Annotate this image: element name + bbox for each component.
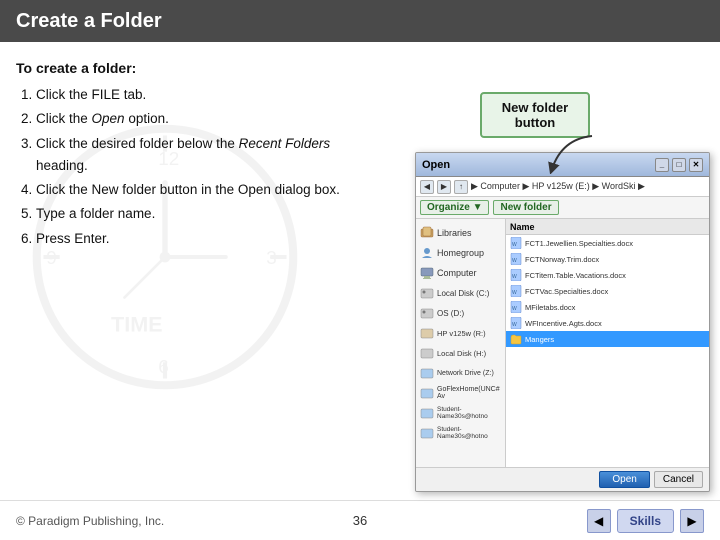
student1-icon (420, 406, 434, 420)
file-panel-header: Name (506, 219, 709, 235)
goflex-icon (420, 386, 434, 400)
dialog-title: Open (422, 159, 450, 171)
callout-arrow-svg (542, 134, 602, 174)
file-item-1[interactable]: W FCT1.Jewellien.Specialties.docx (506, 235, 709, 251)
student2-icon (420, 426, 434, 440)
file-icon-6: W (510, 317, 522, 329)
folder-icon-mangers (510, 333, 522, 345)
dialog-toolbar: Organize ▼ New folder (416, 197, 709, 219)
file-icon-1: W (510, 237, 522, 249)
homegroup-icon (420, 246, 434, 260)
step-6: Press Enter. (36, 228, 376, 250)
library-icon (420, 226, 434, 240)
organize-button[interactable]: Organize ▼ (420, 200, 489, 215)
disk-c-icon (420, 286, 434, 300)
nav-libraries-label: Libraries (437, 228, 472, 238)
file-icon-4: W (510, 285, 522, 297)
dialog-button-bar: Open Cancel (416, 467, 709, 491)
svg-text:W: W (512, 274, 517, 280)
up-button[interactable]: ↑ (454, 180, 468, 194)
file-icon-5: W (510, 301, 522, 313)
nav-local-h[interactable]: Local Disk (H:) (416, 343, 505, 363)
svg-text:W: W (512, 322, 517, 328)
dialog-window-controls: _ □ ✕ (655, 158, 703, 172)
step-5: Type a folder name. (36, 203, 376, 225)
copyright-text: © Paradigm Publishing, Inc. (16, 514, 587, 528)
page-number: 36 (353, 513, 367, 528)
computer-icon (420, 266, 434, 280)
step-2: Click the Open option. (36, 108, 376, 130)
svg-text:W: W (512, 290, 517, 296)
prev-button[interactable]: ◀ (587, 509, 611, 533)
dialog-area: New folder button Open _ □ ✕ (415, 92, 710, 432)
file-item-mangers[interactable]: Mangers (506, 331, 709, 347)
svg-text:W: W (512, 258, 517, 264)
open-dialog: Open _ □ ✕ ◀ ▶ ↑ ▶ Computer ▶ HP v125w (… (415, 152, 710, 492)
file-name-column: Name (510, 222, 535, 232)
file-icon-2: W (510, 253, 522, 265)
cancel-button[interactable]: Cancel (654, 471, 703, 488)
nav-panel: Libraries Homegroup (416, 219, 506, 467)
nav-network-z-label: Network Drive (Z:) (437, 370, 494, 377)
nav-network-z[interactable]: Network Drive (Z:) (416, 363, 505, 383)
nav-local-h-label: Local Disk (H:) (437, 349, 486, 358)
file-panel: Name W FCT1.Jewellien.Specialties.docx W (506, 219, 709, 467)
intro-text: To create a folder: (16, 60, 376, 76)
open-button[interactable]: Open (599, 471, 649, 488)
file-item-3[interactable]: W FCTitem.Table.Vacations.docx (506, 267, 709, 283)
header-title: Create a Folder (16, 10, 162, 33)
network-icon (420, 366, 434, 380)
disk-r-icon (420, 326, 434, 340)
address-text: ▶ Computer ▶ HP v125w (E:) ▶ WordSki ▶ (471, 181, 705, 192)
nav-local-c-label: Local Disk (C:) (437, 289, 489, 298)
disk-d-icon (420, 306, 434, 320)
main-content: 12 3 6 9 TIME To create a folder: Click … (0, 42, 720, 500)
step-3: Click the desired folder below the Recen… (36, 133, 376, 178)
maximize-button[interactable]: □ (672, 158, 686, 172)
nav-computer[interactable]: Computer (416, 263, 505, 283)
new-folder-button[interactable]: New folder (493, 200, 558, 215)
next-button[interactable]: ▶ (680, 509, 704, 533)
nav-student-1-label: Student-Name30s@hotno (437, 406, 501, 420)
back-button[interactable]: ◀ (420, 180, 434, 194)
steps-list: Click the FILE tab. Click the Open optio… (36, 84, 376, 250)
nav-os-d[interactable]: OS (D:) (416, 303, 505, 323)
nav-homegroup-label: Homegroup (437, 248, 484, 258)
footer: © Paradigm Publishing, Inc. 36 ◀ Skills … (0, 500, 720, 540)
footer-nav: ◀ Skills ▶ (587, 509, 704, 533)
nav-goflex-label: GoFlexHome(UNC# Av (437, 386, 501, 400)
file-icon-3: W (510, 269, 522, 281)
step-1: Click the FILE tab. (36, 84, 376, 106)
file-item-6[interactable]: W WFIncentive.Agts.docx (506, 315, 709, 331)
nav-libraries[interactable]: Libraries (416, 223, 505, 243)
nav-student-2-label: Student-Name30s@hotno (437, 426, 501, 440)
new-folder-callout: New folder button (480, 92, 590, 138)
file-item-5[interactable]: W MFiletabs.docx (506, 299, 709, 315)
instructions-area: To create a folder: Click the FILE tab. … (16, 60, 376, 490)
nav-os-d-label: OS (D:) (437, 309, 464, 318)
disk-h-icon (420, 346, 434, 360)
nav-hp-r-label: HP v125w (R:) (437, 329, 486, 338)
nav-homegroup[interactable]: Homegroup (416, 243, 505, 263)
forward-button[interactable]: ▶ (437, 180, 451, 194)
nav-goflex[interactable]: GoFlexHome(UNC# Av (416, 383, 505, 403)
callout-label: New folder button (502, 100, 568, 130)
address-bar: ◀ ▶ ↑ ▶ Computer ▶ HP v125w (E:) ▶ WordS… (416, 177, 709, 197)
svg-text:W: W (512, 242, 517, 248)
close-button[interactable]: ✕ (689, 158, 703, 172)
skills-button[interactable]: Skills (617, 509, 674, 533)
nav-computer-label: Computer (437, 268, 477, 278)
nav-hp-r[interactable]: HP v125w (R:) (416, 323, 505, 343)
dialog-body: Libraries Homegroup (416, 219, 709, 467)
nav-student-2[interactable]: Student-Name30s@hotno (416, 423, 505, 443)
minimize-button[interactable]: _ (655, 158, 669, 172)
file-item-4[interactable]: W FCTVac.Specialties.docx (506, 283, 709, 299)
svg-text:W: W (512, 306, 517, 312)
file-item-2[interactable]: W FCTNorway.Trim.docx (506, 251, 709, 267)
step-4: Click the New folder button in the Open … (36, 179, 376, 201)
slide-header: Create a Folder (0, 0, 720, 42)
nav-local-c[interactable]: Local Disk (C:) (416, 283, 505, 303)
nav-student-1[interactable]: Student-Name30s@hotno (416, 403, 505, 423)
